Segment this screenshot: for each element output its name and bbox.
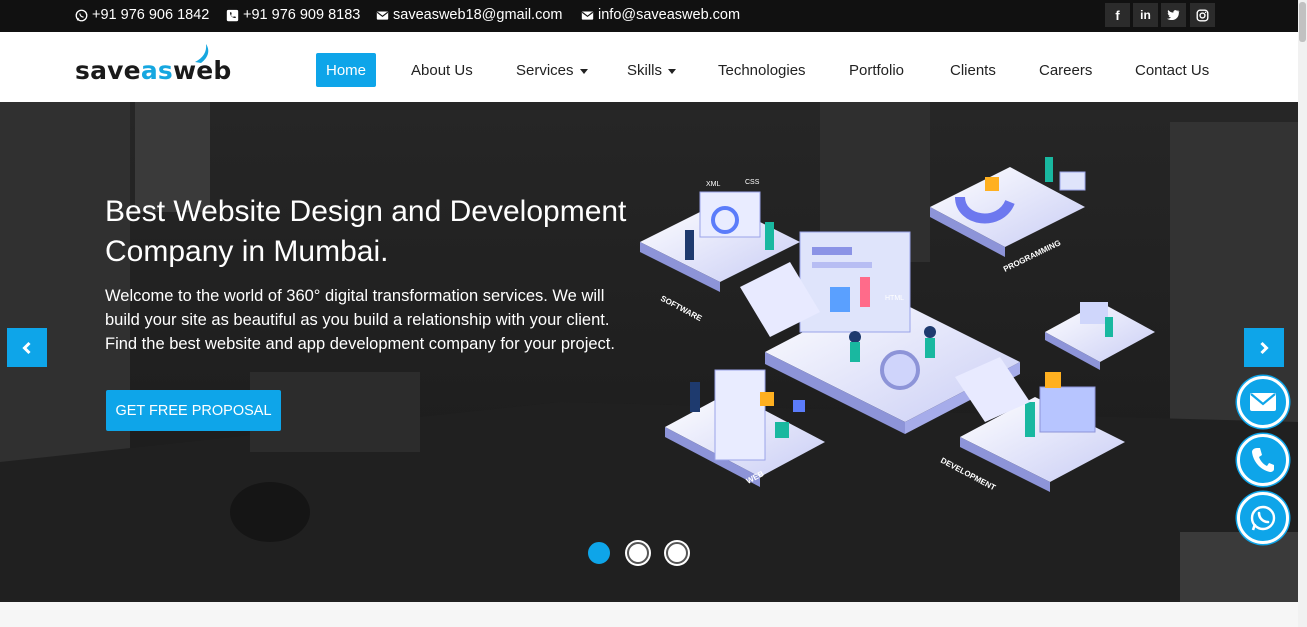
cta-label: GET FREE PROPOSAL (115, 402, 272, 419)
floating-whatsapp-button[interactable] (1237, 492, 1289, 544)
nav-contact-label: Contact Us (1135, 61, 1210, 79)
caret-down-icon (668, 68, 677, 74)
instagram-icon (1196, 9, 1209, 21)
top-contact-bar: +91 976 906 1842 +91 976 909 8183 saveas… (0, 0, 1298, 32)
page-scrollbar[interactable] (1298, 0, 1307, 627)
svg-text:CSS: CSS (745, 179, 760, 186)
nav-clients[interactable]: Clients (950, 53, 996, 87)
hero-description: Welcome to the world of 360° digital tra… (105, 287, 615, 353)
scrollbar-thumb[interactable] (1299, 2, 1306, 42)
svg-text:HTML: HTML (885, 295, 904, 302)
nav-careers[interactable]: Careers (1039, 53, 1092, 87)
nav-skills[interactable]: Skills (627, 53, 677, 87)
hero-title: Best Website Design and Development Comp… (105, 195, 627, 268)
floating-phone-button[interactable] (1237, 434, 1289, 486)
twitter-link[interactable] (1161, 3, 1186, 27)
twitter-icon (1167, 9, 1180, 21)
floating-email-button[interactable] (1237, 376, 1289, 428)
envelope-icon (1250, 393, 1276, 411)
nav-services[interactable]: Services (516, 53, 588, 87)
phone-square-icon (226, 9, 239, 21)
slider-next-button[interactable] (1244, 328, 1284, 367)
site-logo[interactable]: saveasweb (75, 44, 235, 86)
nav-about-label: About Us (411, 61, 473, 79)
chevron-left-icon (22, 341, 31, 354)
slider-dot-2[interactable] (627, 542, 649, 564)
whatsapp-icon (1250, 505, 1276, 531)
nav-technologies[interactable]: Technologies (718, 53, 806, 87)
envelope-icon (581, 10, 594, 20)
whatsapp-icon (75, 9, 88, 21)
nav-portfolio-label: Portfolio (849, 61, 905, 79)
nav-careers-label: Careers (1039, 61, 1093, 79)
nav-about-us[interactable]: About Us (411, 53, 473, 87)
email-contact-1[interactable]: saveasweb18@gmail.com (376, 7, 562, 23)
logo-wordmark: saveasweb (75, 56, 232, 85)
nav-technologies-label: Technologies (718, 61, 806, 79)
nav-contact-us[interactable]: Contact Us (1135, 53, 1209, 87)
nav-skills-label: Skills (627, 61, 663, 79)
phone-contact[interactable]: +91 976 909 8183 (226, 7, 360, 23)
linkedin-icon: in (1140, 8, 1151, 22)
email-contact-2[interactable]: info@saveasweb.com (581, 7, 740, 23)
slider-dot-3[interactable] (666, 542, 688, 564)
whatsapp-number: +91 976 906 1842 (92, 7, 210, 23)
hero-slider: SOFTWARE PROGRAMMING WEB DEVELOPMENT XML… (0, 102, 1298, 602)
nav-portfolio[interactable]: Portfolio (849, 53, 904, 87)
linkedin-link[interactable]: in (1133, 3, 1158, 27)
nav-clients-label: Clients (950, 61, 996, 79)
slider-prev-button[interactable] (7, 328, 47, 367)
get-free-proposal-button[interactable]: GET FREE PROPOSAL (106, 390, 281, 431)
phone-icon (1252, 448, 1274, 472)
nav-services-label: Services (516, 61, 574, 79)
next-section-preview (0, 602, 1298, 627)
svg-text:XML: XML (706, 181, 721, 188)
instagram-link[interactable] (1190, 3, 1215, 27)
email-address-1: saveasweb18@gmail.com (393, 7, 563, 23)
chevron-right-icon (1260, 341, 1269, 354)
envelope-icon (376, 10, 389, 20)
email-address-2: info@saveasweb.com (598, 7, 741, 23)
nav-home[interactable]: Home (316, 53, 377, 87)
main-navbar: saveasweb Home About Us Services Skills … (0, 32, 1298, 102)
slider-dot-1[interactable] (588, 542, 610, 564)
whatsapp-contact[interactable]: +91 976 906 1842 (75, 7, 209, 23)
caret-down-icon (579, 68, 588, 74)
nav-home-label: Home (326, 61, 367, 79)
facebook-icon: f (1115, 7, 1120, 23)
phone-number: +91 976 909 8183 (243, 7, 361, 23)
facebook-link[interactable]: f (1105, 3, 1130, 27)
